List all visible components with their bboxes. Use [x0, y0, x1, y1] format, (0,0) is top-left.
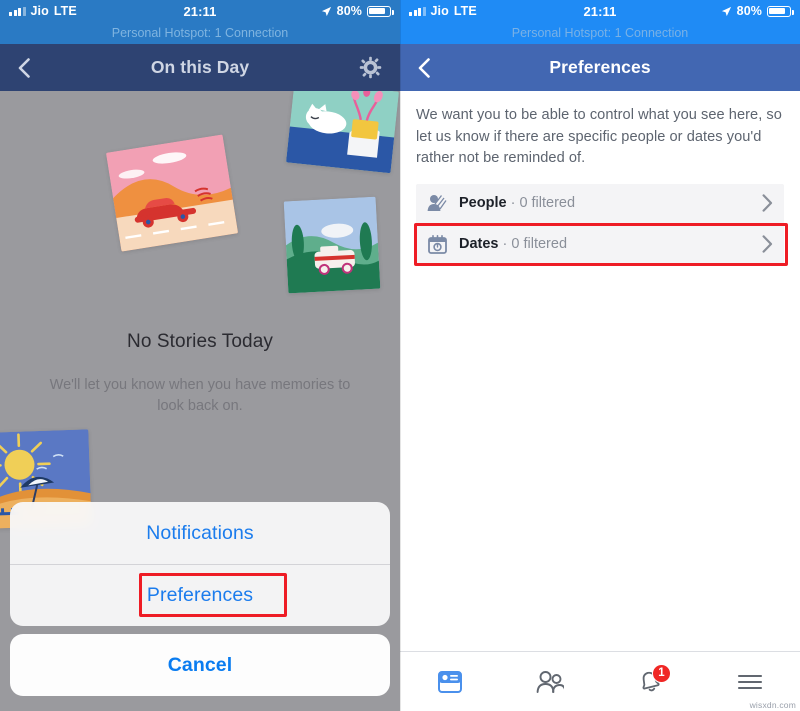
chevron-right-icon	[762, 235, 773, 253]
dates-detail: 0 filtered	[511, 236, 568, 253]
people-filter-icon	[426, 192, 448, 214]
page-title: Preferences	[549, 57, 651, 77]
cancel-label: Cancel	[167, 653, 233, 676]
action-sheet-preferences-label: Preferences	[146, 584, 254, 606]
battery-icon	[767, 5, 794, 17]
right-screen-preferences: Jio LTE 21:11 80% Personal Hotspot: 1 Co…	[400, 0, 800, 711]
preferences-content: We want you to be able to control what y…	[400, 91, 800, 651]
preferences-filter-list: People · 0 filtered Dates · 0 filtered	[414, 183, 788, 266]
preferences-row-people-label: People · 0 filtered	[459, 195, 575, 211]
action-sheet-preferences-button[interactable]: Preferences	[10, 564, 390, 626]
settings-button[interactable]	[350, 44, 390, 91]
news-feed-icon	[438, 670, 462, 693]
preferences-row-dates[interactable]: Dates · 0 filtered	[416, 224, 784, 264]
battery-icon	[367, 5, 394, 17]
chevron-left-icon	[418, 57, 430, 78]
tab-news-feed[interactable]	[400, 652, 500, 711]
people-detail: 0 filtered	[519, 195, 576, 212]
notifications-badge: 1	[652, 663, 671, 683]
camper-van-hills-illustration	[283, 196, 381, 294]
back-button[interactable]	[400, 44, 448, 91]
friends-icon	[536, 670, 564, 693]
personal-hotspot-banner: Personal Hotspot: 1 Connection	[511, 26, 689, 40]
red-car-road-illustration	[105, 134, 239, 252]
dates-title: Dates	[459, 236, 499, 253]
action-sheet-options-group: Notifications Preferences	[10, 502, 390, 626]
preferences-description: We want you to be able to control what y…	[416, 107, 782, 167]
nav-bar-left: On this Day	[0, 44, 400, 91]
watermark: wisxdn.com	[749, 700, 796, 710]
memory-card-camper-van	[283, 196, 381, 294]
memory-card-red-car	[105, 134, 239, 252]
empty-state-subtitle: We'll let you know when you have memorie…	[49, 377, 351, 415]
back-button[interactable]	[0, 44, 48, 91]
panel-divider	[400, 0, 401, 711]
cancel-button[interactable]: Cancel	[10, 634, 390, 696]
dates-separator: ·	[498, 236, 512, 253]
people-title: People	[459, 195, 507, 212]
status-bar-right: Jio LTE 21:11 80% Personal Hotspot: 1 Co…	[400, 0, 800, 44]
cat-with-plant-illustration	[286, 91, 399, 174]
on-this-day-content: No Stories Today We'll let you know when…	[0, 91, 400, 711]
action-sheet-cancel-group: Cancel	[10, 634, 390, 696]
empty-state-title: No Stories Today	[127, 331, 273, 352]
chevron-right-icon	[762, 194, 773, 212]
tab-friends[interactable]	[500, 652, 600, 711]
action-sheet: Notifications Preferences Cancel	[0, 502, 400, 711]
calendar-filter-icon	[426, 233, 448, 255]
page-title: On this Day	[150, 57, 250, 77]
chevron-left-icon	[18, 57, 30, 78]
empty-state: No Stories Today We'll let you know when…	[0, 331, 400, 417]
status-bar-time: 21:11	[183, 3, 217, 19]
preferences-row-dates-label: Dates · 0 filtered	[459, 236, 567, 252]
personal-hotspot-banner: Personal Hotspot: 1 Connection	[111, 26, 289, 40]
action-sheet-notifications-button[interactable]: Notifications	[10, 502, 390, 564]
status-bar-top-row: Jio LTE 21:11 80%	[0, 0, 400, 22]
status-bar-left: Jio LTE 21:11 80% Personal Hotspot: 1 Co…	[0, 0, 400, 44]
people-separator: ·	[506, 195, 520, 212]
tab-notifications[interactable]: 1	[600, 652, 700, 711]
action-sheet-notifications-label: Notifications	[146, 521, 254, 544]
gear-icon	[359, 56, 381, 79]
bottom-tab-bar: 1 wisxdn.com	[400, 651, 800, 711]
nav-bar-right: Preferences	[400, 44, 800, 91]
status-bar-time: 21:11	[583, 3, 617, 19]
left-screen-on-this-day: Jio LTE 21:11 80% Personal Hotspot: 1 Co…	[0, 0, 400, 711]
dual-screenshot-comparison: Jio LTE 21:11 80% Personal Hotspot: 1 Co…	[0, 0, 800, 711]
memory-card-cat-plant	[286, 91, 399, 174]
preferences-row-people[interactable]: People · 0 filtered	[416, 183, 784, 223]
status-bar-top-row: Jio LTE 21:11 80%	[400, 0, 800, 22]
hamburger-menu-icon	[737, 674, 763, 689]
